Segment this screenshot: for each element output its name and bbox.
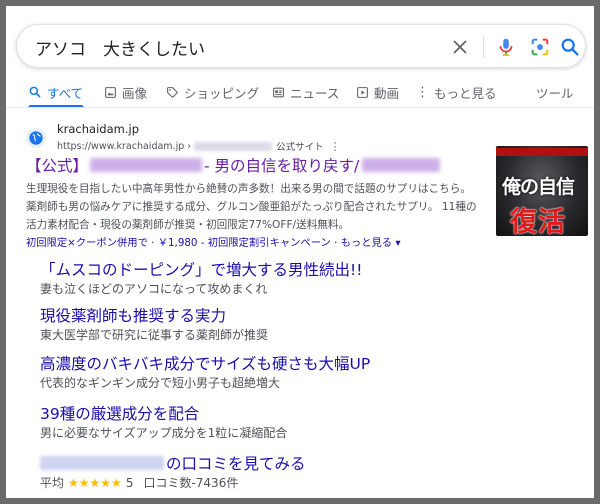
tag-icon (167, 86, 178, 98)
tab-label: すべて (47, 85, 84, 101)
search-divider (483, 36, 484, 58)
url-separator: › (187, 140, 192, 152)
rating-prefix: 平均 (40, 476, 65, 490)
mic-icon[interactable] (495, 36, 517, 58)
result-thumbnail[interactable]: 俺の自信 復活 (496, 146, 588, 236)
redacted-product-name (90, 158, 203, 172)
search-submit-icon[interactable] (559, 36, 581, 58)
clear-icon[interactable] (449, 36, 471, 58)
tab-videos[interactable]: 動画 (356, 82, 399, 102)
tab-shopping[interactable]: ショッピング (166, 82, 259, 102)
redacted-product-name (362, 158, 441, 172)
search-icon (29, 86, 41, 98)
redacted-product-name (40, 456, 164, 470)
rating-value: 5 (125, 475, 134, 490)
tab-label: ショッピング (184, 85, 260, 101)
title-middle: - 男の自信を取り戻す/ (204, 157, 360, 175)
tab-tools[interactable]: ツール (536, 82, 574, 102)
result-snippet: 生理現役を目指したい中高年男性から絶賛の声多数！出来る男の間で話題のサプリはこち… (26, 180, 494, 252)
site-name[interactable]: krachaidam.jp (57, 122, 139, 136)
search-bar[interactable]: アソコ 大きくしたい (16, 24, 586, 68)
sitelink-title[interactable]: 39種の厳選成分を配合 (40, 402, 199, 424)
snippet-line: 薬剤師も男の悩みケアに推奨する成分、グルコン酸亜鉛がたっぷり配合されたサプリ。 … (26, 201, 477, 213)
sitelink-desc: 男に必要なサイズアップ成分を1粒に凝縮配合 (40, 426, 288, 440)
browser-page: アソコ 大きくしたい すべて 画像 ショッピング ニュース 動画 ⋮ もっと見る… (6, 6, 594, 498)
offer-line[interactable]: 初回限定×クーポン併用で · ￥1,980 - 初回限定割引キャンペーン · も… (26, 234, 494, 252)
more-vert-icon: ⋮ (416, 84, 429, 100)
official-site-label: 公式サイト (276, 142, 324, 153)
snippet-line: 活力素材配合・現役の薬剤師が推奨・初回限定77%OFF/送料無料。 (26, 219, 350, 231)
sitelink-desc: 東大医学部で研究に従事する薬剤師が推奨 (40, 328, 269, 342)
site-favicon[interactable] (26, 128, 46, 148)
title-prefix: 【公式】 (26, 157, 89, 175)
tab-label: ツール (536, 85, 574, 101)
sitelink-reviews[interactable]: の口コミを見てみる (40, 452, 306, 474)
tab-label: 画像 (122, 85, 148, 101)
tab-more[interactable]: ⋮ もっと見る (416, 82, 497, 102)
news-icon (273, 87, 284, 97)
tabs-divider (6, 107, 594, 108)
sitelink-desc: 代表的なギンギン成分で短小男子も超絶増大 (40, 376, 281, 390)
sitelink-title[interactable]: 現役薬剤師も推奨する実力 (40, 304, 226, 326)
tab-news[interactable]: ニュース (272, 82, 339, 102)
tab-images[interactable]: 画像 (104, 82, 147, 102)
site-url-row[interactable]: https://www.krachaidam.jp › 公式サイト ⋮ (57, 139, 341, 154)
result-title[interactable]: 【公式】 - 男の自信を取り戻す/ (26, 154, 441, 176)
snippet-line: 生理現役を目指したい中高年男性から絶賛の声多数！出来る男の間で話題のサプリはこち… (26, 183, 471, 195)
star-rating-icon: ★★★★★ (68, 475, 122, 490)
image-icon (105, 86, 116, 98)
sitelink-title[interactable]: 高濃度のバキバキ成分でサイズも硬さも大幅UP (40, 352, 370, 374)
review-count: 口コミ数-7436件 (143, 476, 239, 490)
sitelink-desc: 妻も泣くほどのアソコになって攻めまくれ (40, 282, 268, 296)
search-tabs: すべて 画像 ショッピング ニュース 動画 ⋮ もっと見る ツール (6, 78, 594, 108)
thumbnail-banner (496, 148, 588, 156)
thumbnail-text: 復活 (510, 207, 566, 236)
redacted-url-path (194, 141, 273, 151)
tab-all[interactable]: すべて (28, 82, 83, 102)
tab-label: もっと見る (434, 85, 497, 101)
sitelink-title[interactable]: 「ムスコのドーピング」で増大する男性続出!! (40, 258, 362, 280)
lens-icon[interactable] (529, 36, 551, 58)
rating-row: 平均 ★★★★★ 5 口コミ数-7436件 (40, 474, 238, 491)
more-options-icon[interactable]: ⋮ (330, 141, 341, 152)
sitelink-title: の口コミを見てみる (166, 455, 306, 473)
search-input[interactable]: アソコ 大きくしたい (35, 35, 205, 60)
thumbnail-text: 俺の自信 (502, 176, 575, 198)
play-icon (357, 86, 368, 98)
site-url: https://www.krachaidam.jp (57, 140, 185, 152)
tab-label: ニュース (290, 85, 340, 101)
globe-icon (29, 131, 43, 145)
tab-label: 動画 (374, 85, 400, 101)
